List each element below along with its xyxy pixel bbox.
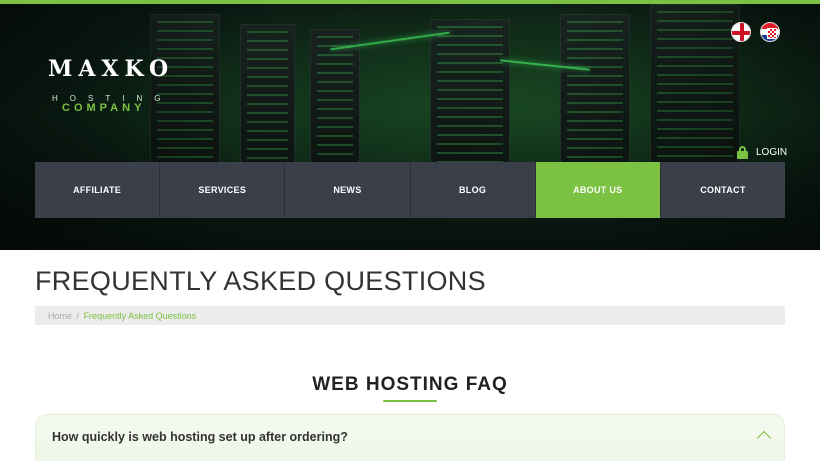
company-logo[interactable]: MAXKO HOSTING COMPANY bbox=[48, 50, 188, 120]
section-title-underline bbox=[383, 400, 437, 402]
login-link[interactable]: LOGIN bbox=[737, 146, 787, 159]
english-flag-icon[interactable] bbox=[731, 22, 751, 42]
chevron-up-icon[interactable] bbox=[756, 427, 772, 443]
nav-item-contact[interactable]: CONTACT bbox=[660, 162, 786, 218]
breadcrumb-current: Frequently Asked Questions bbox=[83, 311, 197, 321]
logo-company-text: COMPANY bbox=[62, 102, 146, 114]
croatian-flag-icon[interactable] bbox=[760, 22, 780, 42]
breadcrumb-separator: / bbox=[76, 311, 80, 321]
nav-item-affiliate[interactable]: AFFILIATE bbox=[35, 162, 161, 218]
breadcrumb-home-link[interactable]: Home bbox=[48, 311, 72, 321]
page-title: FREQUENTLY ASKED QUESTIONS bbox=[35, 266, 486, 296]
faq-question[interactable]: How quickly is web hosting set up after … bbox=[52, 430, 348, 444]
logo-text: MAXKO bbox=[48, 56, 175, 82]
nav-item-news[interactable]: NEWS bbox=[285, 162, 411, 218]
faq-section-title: WEB HOSTING FAQ bbox=[312, 374, 508, 395]
nav-item-blog[interactable]: BLOG bbox=[410, 162, 536, 218]
nav-item-about-us[interactable]: ABOUT US bbox=[535, 162, 661, 218]
breadcrumb: Home / Frequently Asked Questions bbox=[35, 306, 785, 325]
lock-icon bbox=[737, 146, 748, 159]
main-navigation: AFFILIATE SERVICES NEWS BLOG ABOUT US CO… bbox=[35, 162, 786, 218]
faq-item[interactable]: How quickly is web hosting set up after … bbox=[35, 414, 785, 461]
nav-item-services[interactable]: SERVICES bbox=[160, 162, 286, 218]
login-label: LOGIN bbox=[756, 147, 788, 158]
